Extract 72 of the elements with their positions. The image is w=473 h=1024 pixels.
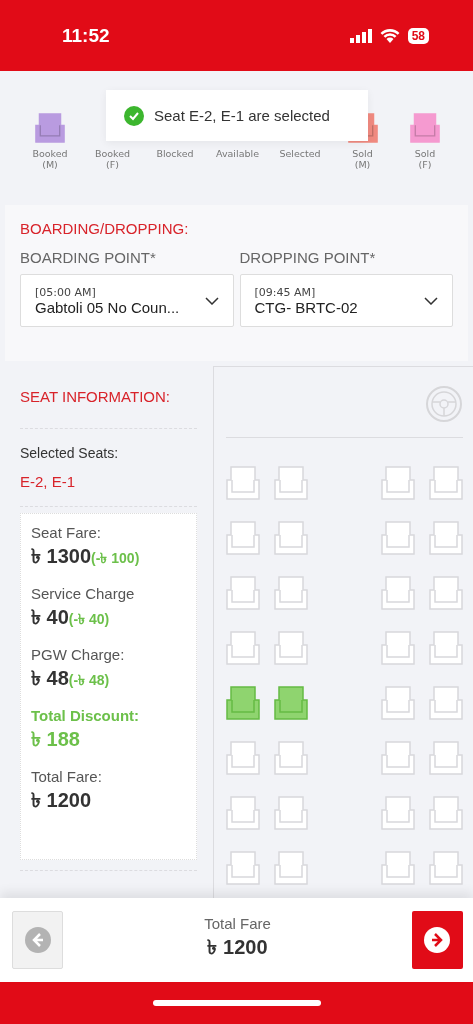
legend-label: Blocked bbox=[156, 149, 194, 160]
legend-label: Booked (F) bbox=[94, 149, 131, 171]
arrow-left-icon bbox=[24, 927, 51, 953]
seat[interactable] bbox=[226, 576, 260, 610]
seat[interactable] bbox=[381, 466, 415, 500]
seat[interactable] bbox=[274, 631, 308, 665]
legend-label: Booked (M) bbox=[32, 149, 68, 171]
back-button[interactable] bbox=[12, 911, 63, 969]
seat[interactable] bbox=[381, 576, 415, 610]
seat[interactable] bbox=[429, 686, 463, 720]
seat[interactable] bbox=[429, 796, 463, 830]
seat[interactable] bbox=[429, 521, 463, 555]
seat[interactable] bbox=[274, 686, 308, 720]
check-icon bbox=[124, 105, 144, 126]
legend-label: Selected bbox=[279, 149, 321, 160]
section-title: BOARDING/DROPPING: bbox=[20, 220, 190, 237]
total-fare-label: Total Fare bbox=[204, 915, 271, 932]
seat[interactable] bbox=[381, 741, 415, 775]
selected-seats-value: E-2, E-1 bbox=[20, 473, 77, 490]
seat[interactable] bbox=[381, 851, 415, 885]
chevron-down-icon bbox=[204, 296, 219, 305]
legend-label: Sold (M) bbox=[352, 149, 373, 171]
point-dropdown[interactable]: [05:00 AM] Gabtoli 05 No Coun... bbox=[20, 274, 234, 327]
seat[interactable] bbox=[274, 851, 308, 885]
seat[interactable] bbox=[274, 521, 308, 555]
fare-amount: ৳ 188 bbox=[31, 727, 81, 752]
field-label: BOARDING POINT* bbox=[20, 249, 157, 266]
seat[interactable] bbox=[226, 466, 260, 500]
seat[interactable] bbox=[429, 631, 463, 665]
seat[interactable] bbox=[226, 851, 260, 885]
legend-label: Sold (F) bbox=[414, 149, 436, 171]
fare-label: PGW Charge: bbox=[31, 646, 126, 663]
selected-seats-label: Selected Seats: bbox=[20, 445, 120, 461]
seat[interactable] bbox=[226, 521, 260, 555]
fare-label: Total Fare: bbox=[31, 768, 103, 785]
seat[interactable] bbox=[274, 796, 308, 830]
seat[interactable] bbox=[429, 576, 463, 610]
seat[interactable] bbox=[226, 631, 260, 665]
fare-amount: ৳ 1300(-৳ 100) bbox=[31, 544, 141, 569]
fare-amount: ৳ 48(-৳ 48) bbox=[31, 666, 111, 691]
next-button[interactable] bbox=[412, 911, 463, 969]
fare-label: Total Discount: bbox=[31, 707, 141, 724]
fare-label: Service Charge bbox=[31, 585, 136, 602]
fare-amount: ৳ 40(-৳ 40) bbox=[31, 605, 111, 630]
seat[interactable] bbox=[226, 796, 260, 830]
fare-amount: ৳ 1200 bbox=[31, 788, 93, 813]
seat[interactable] bbox=[226, 686, 260, 720]
total-fare-amount: ৳ 1200 bbox=[207, 935, 268, 960]
clock: 11:52 bbox=[62, 24, 110, 47]
seat[interactable] bbox=[381, 796, 415, 830]
legend-label: Available bbox=[216, 149, 259, 160]
point-dropdown[interactable]: [09:45 AM] CTG- BRTC-02 bbox=[239, 274, 453, 327]
seat[interactable] bbox=[381, 521, 415, 555]
seat[interactable] bbox=[381, 631, 415, 665]
seat[interactable] bbox=[429, 741, 463, 775]
chevron-down-icon bbox=[424, 296, 438, 305]
seat[interactable] bbox=[226, 741, 260, 775]
seat[interactable] bbox=[274, 741, 308, 775]
signal-icon bbox=[349, 28, 372, 43]
seat[interactable] bbox=[429, 851, 463, 885]
steering-wheel-icon bbox=[425, 385, 463, 423]
wifi-icon bbox=[379, 28, 400, 43]
seat[interactable] bbox=[274, 466, 308, 500]
field-label: DROPPING POINT* bbox=[239, 249, 377, 266]
seat[interactable] bbox=[381, 686, 415, 720]
fare-label: Seat Fare: bbox=[31, 524, 103, 541]
arrow-right-icon bbox=[424, 927, 451, 953]
toast-message: Seat E-2, E-1 are selected bbox=[154, 107, 330, 124]
seat[interactable] bbox=[274, 576, 308, 610]
section-title: SEAT INFORMATION: bbox=[20, 388, 171, 407]
seat[interactable] bbox=[429, 466, 463, 500]
battery-level: 58 bbox=[407, 27, 429, 44]
